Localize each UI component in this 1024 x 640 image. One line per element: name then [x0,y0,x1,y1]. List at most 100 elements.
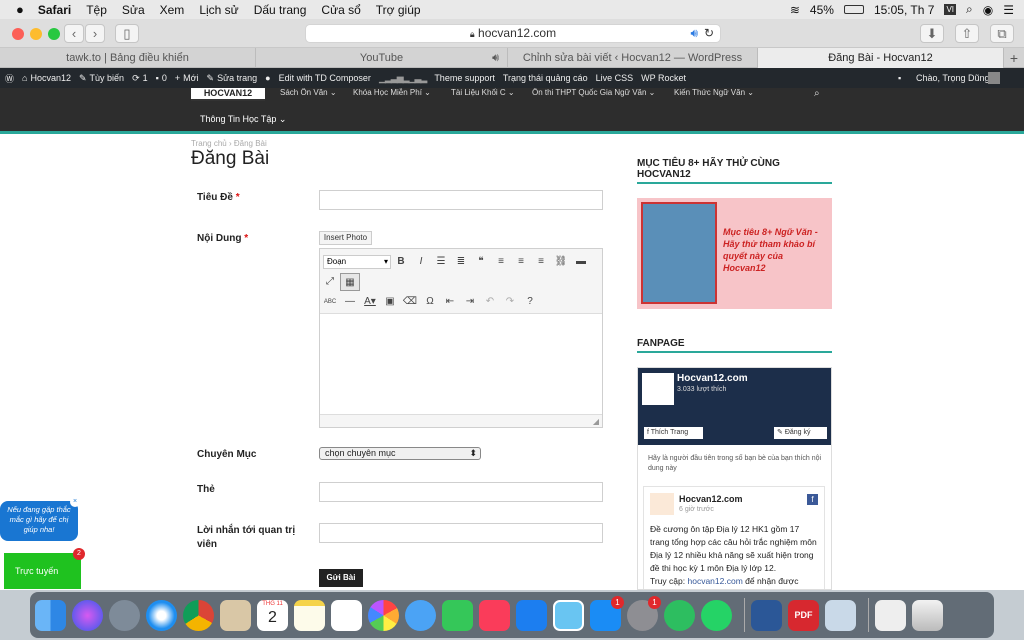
admin-updates-link[interactable]: ⟳ 1 [132,73,148,84]
link-icon[interactable]: ⛓ [551,253,571,271]
special-char-icon[interactable]: Ω [420,293,440,311]
back-button[interactable]: ‹ [64,24,84,43]
nav-kien-thuc[interactable]: Kiến Thức Ngữ Văn ⌄ [674,88,754,97]
tab-youtube[interactable]: YouTube 🔊︎ [256,48,508,68]
music-icon[interactable] [479,599,510,631]
evernote-icon[interactable] [664,599,695,631]
menu-safari[interactable]: Safari [38,3,71,17]
admin-site-link[interactable]: ⌂ Hocvan12 [22,73,71,83]
battery-icon[interactable] [843,5,864,14]
bullet-list-icon[interactable]: ☰ [431,253,451,271]
audio-playing-icon[interactable]: 🔊︎ [492,48,499,68]
address-bar[interactable]: 🔒︎ hocvan12.com 🔊︎ ↻ [305,24,721,43]
admin-customize-link[interactable]: ✎ Tùy biến [79,73,124,84]
clear-format-icon[interactable]: ⌫ [400,293,420,311]
fb-post-link[interactable]: hocvan12.com [688,576,743,586]
outdent-icon[interactable]: ⇤ [440,293,460,311]
facetime-icon[interactable] [442,599,473,631]
indent-icon[interactable]: ⇥ [460,293,480,311]
zoom-window-button[interactable] [48,28,60,40]
tab-tawk[interactable]: tawk.to | Bảng điều khiển [0,48,256,68]
chat-online-button[interactable]: Trực tuyến 2 [4,548,85,589]
tab-overview-button[interactable]: ⧉ [990,24,1014,43]
align-left-icon[interactable]: ≡ [491,253,511,271]
photos-icon[interactable] [368,599,399,631]
category-select[interactable]: chọn chuyên mục ⬍ [319,447,481,460]
nav-on-thi[interactable]: Ôn thi THPT Quốc Gia Ngữ Văn ⌄ [532,88,655,97]
admin-avatar[interactable] [988,72,1000,84]
format-select[interactable]: Đoạn ▾ [323,255,391,269]
title-input[interactable] [319,190,603,210]
admin-wp-rocket-link[interactable]: WP Rocket [641,73,686,83]
menu-edit[interactable]: Sửa [122,3,145,17]
fb-register-button[interactable]: ✎ Đăng ký [774,427,827,439]
site-logo[interactable]: HOCVAN12 [191,88,265,101]
breadcrumb-home[interactable]: Trang chủ [191,139,227,148]
undo-icon[interactable]: ↶ [480,293,500,311]
read-more-icon[interactable]: ▬ [571,253,591,271]
reminders-icon[interactable] [331,599,362,631]
site-search-icon[interactable]: ⌕ [814,88,820,99]
text-color-icon[interactable]: A▾ [360,293,380,311]
clock[interactable]: 15:05, Th 7 [874,3,935,17]
admin-notification-icon[interactable]: ▪ [898,73,901,83]
nav-khoa-hoc[interactable]: Khóa Học Miễn Phí ⌄ [353,88,431,97]
admin-live-css-link[interactable]: Live CSS [596,73,634,83]
fb-post-author[interactable]: Hocvan12.com [679,494,743,504]
user-icon[interactable]: ◉ [983,3,993,17]
new-tab-button[interactable]: + [1004,48,1024,68]
chat-bubble[interactable]: Nếu đang gặp thắc mắc gì hãy để chị giúp… [0,497,80,541]
facebook-icon[interactable]: f [807,494,818,505]
search-icon[interactable]: ⌕ [966,2,973,17]
align-center-icon[interactable]: ≡ [511,253,531,271]
sidebar-toggle-button[interactable]: ▯ [115,24,139,43]
content-textarea[interactable] [320,313,602,415]
app-store-icon[interactable]: 1 [590,595,624,631]
downloads-button[interactable]: ⬇ [920,24,944,43]
xcode-icon[interactable] [516,599,547,631]
tab-dang-bai[interactable]: Đăng Bài - Hocvan12 [758,48,1004,68]
launchpad-icon[interactable] [109,599,140,631]
notes-icon[interactable] [294,599,325,631]
resize-handle-icon[interactable]: ◢ [593,417,599,426]
admin-new-link[interactable]: + Mới [175,73,199,83]
menu-file[interactable]: Tệp [86,3,107,17]
admin-ads-status-link[interactable]: Trạng thái quảng cáo [503,73,588,83]
redo-icon[interactable]: ↷ [500,293,520,311]
tags-input[interactable] [319,482,603,502]
chat-bubble-close-icon[interactable]: × [70,497,80,507]
menu-bookmarks[interactable]: Dấu trang [254,3,307,17]
promo-banner[interactable]: Mục tiêu 8+ Ngữ Văn - Hãy thử tham khảo … [637,198,832,309]
blockquote-icon[interactable]: ❝ [471,253,491,271]
messages-icon[interactable] [405,599,436,631]
seo-status-icon[interactable]: ● [265,73,270,83]
nav-sach-on-van[interactable]: Sách Ôn Văn ⌄ [280,88,337,97]
input-source-icon[interactable]: VI [944,4,957,15]
audio-icon[interactable]: 🔊︎ [690,25,698,42]
nav-thong-tin[interactable]: Thông Tin Học Tập ⌄ [200,114,286,125]
control-center-icon[interactable]: ☰ [1003,3,1014,17]
menu-view[interactable]: Xem [160,3,185,17]
system-preferences-icon[interactable]: 1 [627,595,661,631]
whatsapp-icon[interactable] [701,599,732,631]
admin-comments-link[interactable]: ▪ 0 [156,73,167,83]
calendar-icon[interactable]: THG 11 2 [257,599,288,631]
fullscreen-icon[interactable]: ⤢ [320,273,340,291]
reload-icon[interactable]: ↻ [704,25,714,42]
wifi-icon[interactable]: ≋ [790,3,800,17]
toolbar-toggle-icon[interactable]: ▦ [340,273,360,291]
siri-icon[interactable] [72,599,103,631]
horizontal-line-icon[interactable]: — [340,293,360,311]
menu-window[interactable]: Cửa sổ [321,3,360,17]
numbered-list-icon[interactable]: ≣ [451,253,471,271]
submit-button[interactable]: Gửi Bài [319,569,363,587]
chrome-icon[interactable] [183,599,214,631]
note-input[interactable] [319,523,603,543]
share-button[interactable]: ⇧ [955,24,979,43]
documents-stack-icon[interactable] [875,599,906,631]
nav-tai-lieu[interactable]: Tài Liệu Khối C ⌄ [451,88,515,97]
fb-page-avatar[interactable] [642,373,674,405]
italic-icon[interactable]: I [411,253,431,271]
fb-cover[interactable]: Hocvan12.com 3.033 lượt thích f Thích Tr… [638,368,831,445]
admin-composer-link[interactable]: Edit with TD Composer [279,73,371,83]
